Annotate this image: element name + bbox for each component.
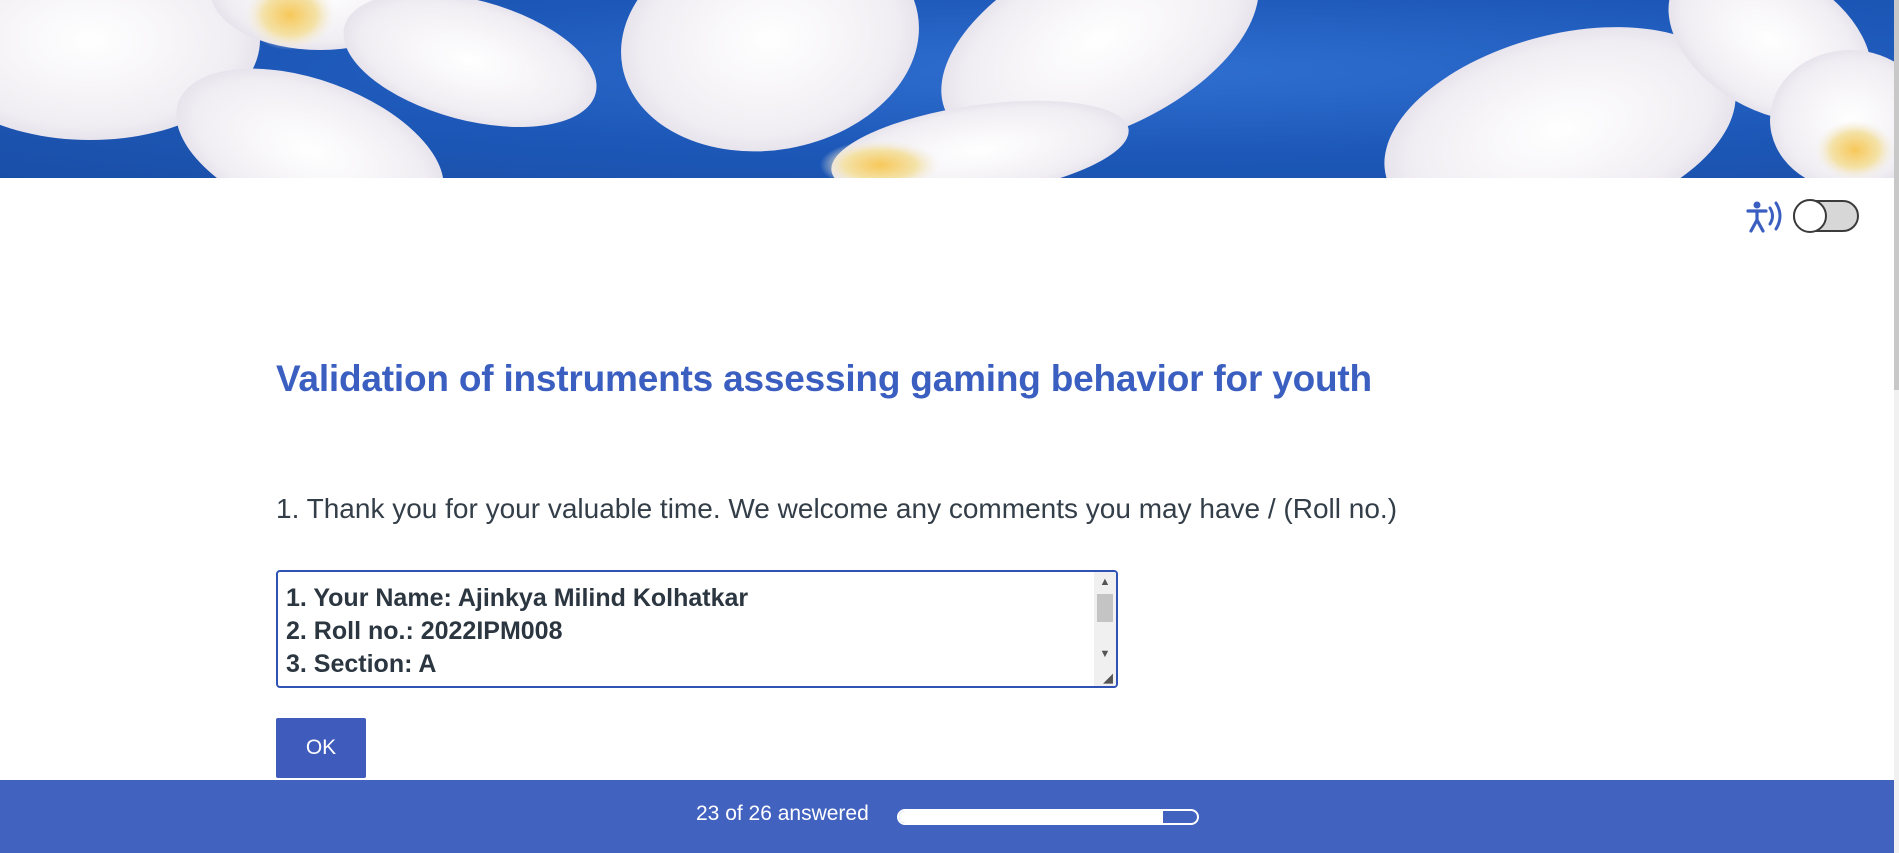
progress-bar-fill xyxy=(899,811,1163,823)
resize-grip-icon[interactable]: ◢ xyxy=(1101,671,1115,685)
textarea-scrollbar[interactable]: ▲ ▼ ◢ xyxy=(1094,572,1116,686)
header-banner-image xyxy=(0,0,1894,178)
page-scrollbar-thumb[interactable] xyxy=(1894,0,1899,390)
progress-footer: 23 of 26 answered xyxy=(0,780,1894,853)
progress-label: 23 of 26 answered xyxy=(696,802,869,825)
comment-textarea-value[interactable]: 1. Your Name: Ajinkya Milind Kolhatkar 2… xyxy=(286,582,1086,686)
question-text: 1. Thank you for your valuable time. We … xyxy=(276,493,1398,524)
textarea-scrollbar-thumb[interactable] xyxy=(1097,594,1113,622)
accessibility-toggle-switch[interactable] xyxy=(1793,199,1859,233)
ok-button[interactable]: OK xyxy=(276,718,366,778)
progress-bar xyxy=(897,809,1199,825)
scroll-up-arrow-icon[interactable]: ▲ xyxy=(1094,574,1116,590)
survey-title: Validation of instruments assessing gami… xyxy=(276,358,1372,399)
plumeria-flowers-illustration xyxy=(0,0,1894,178)
scroll-down-arrow-icon[interactable]: ▼ xyxy=(1094,646,1116,662)
accessibility-audio-icon xyxy=(1746,201,1782,233)
comment-textarea[interactable]: 1. Your Name: Ajinkya Milind Kolhatkar 2… xyxy=(276,570,1118,688)
accessibility-mode-control xyxy=(1745,196,1859,236)
toggle-knob xyxy=(1793,199,1827,233)
page-scrollbar[interactable] xyxy=(1894,0,1899,853)
